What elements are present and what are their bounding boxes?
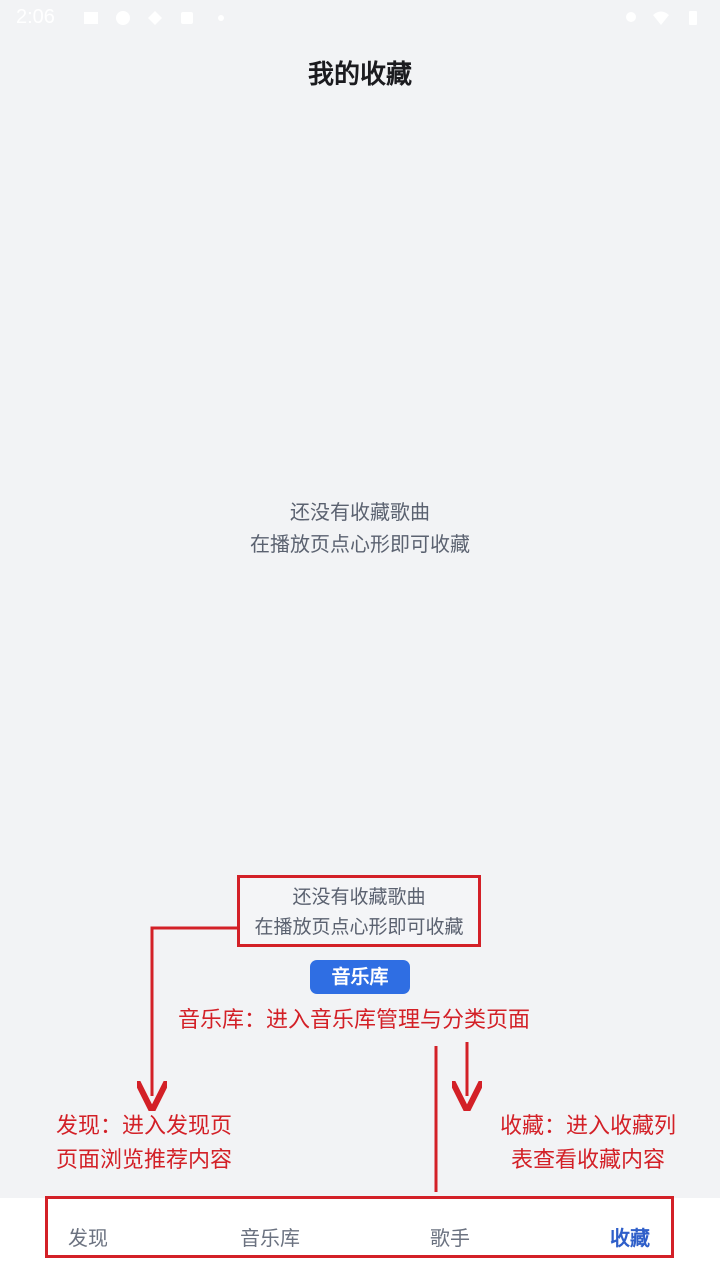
annotation-discover-note: 发现：进入发现页 页面浏览推荐内容 [56,1110,256,1178]
empty-state-line2: 在播放页点心形即可收藏 [250,532,470,556]
annotation-favorites-line2: 表查看收藏内容 [510,1148,665,1173]
bottom-nav-highlight-box [45,1196,674,1258]
status-bar: 2:06 [0,0,720,36]
wifi-icon [653,11,669,25]
annotation-arrows [0,926,720,1192]
annotation-box-line2: 在播放页点心形即可收藏 [254,916,464,938]
nav-tab-favorites[interactable]: 收藏 [610,1222,650,1251]
nav-tab-discover[interactable]: 发现 [68,1222,108,1251]
nav-tab-artists[interactable]: 歌手 [430,1222,470,1251]
empty-state: 还没有收藏歌曲 在播放页点心形即可收藏 [0,496,720,560]
battery-icon [689,11,697,25]
music-library-button[interactable]: 音乐库 [310,960,410,994]
vpn-icon [116,11,130,25]
annotation-highlight-box: 还没有收藏歌曲 在播放页点心形即可收藏 [237,875,481,947]
empty-state-line1: 还没有收藏歌曲 [290,500,430,524]
nav-tab-music-library[interactable]: 音乐库 [240,1222,300,1251]
annotation-box-line1: 还没有收藏歌曲 [292,886,426,908]
annotation-favorites-line1: 收藏：进入收藏列 [499,1114,676,1139]
image-icon [84,12,98,24]
shield-icon [181,12,193,24]
dot-icon [218,15,224,21]
annotation-library-note: 音乐库：进入音乐库管理与分类页面 [178,1008,531,1033]
page-title: 我的收藏 [307,60,412,90]
annotation-favorites-note: 收藏：进入收藏列 表查看收藏内容 [488,1110,688,1178]
annotation-discover-line2: 页面浏览推荐内容 [56,1148,233,1173]
status-time: 2:06 [16,6,55,28]
favorites-screen: 2:06 我的收藏 还没有收藏歌曲 在播放页点心形即可收藏 还没有收藏歌曲 在播… [0,0,720,1280]
location-icon [626,12,636,22]
location-pin-icon [148,11,162,25]
annotation-discover-line1: 发现：进入发现页 [56,1114,233,1139]
